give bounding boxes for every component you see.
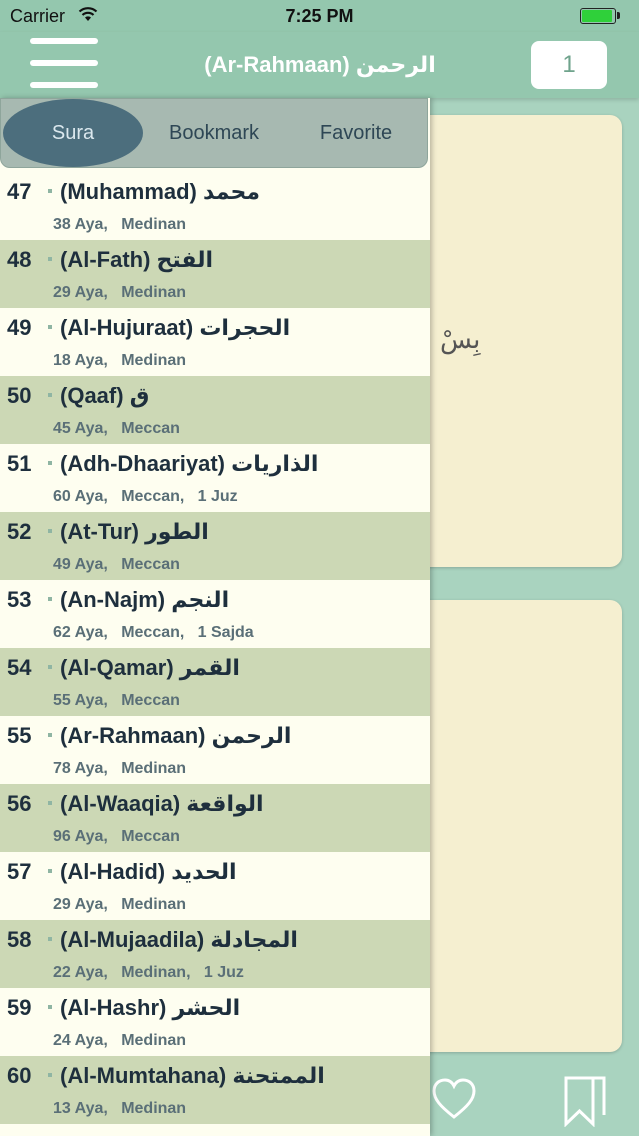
sura-number: 59 bbox=[7, 995, 32, 1020]
bullet-icon bbox=[48, 257, 52, 261]
sura-name: (Al-Fath) الفتح bbox=[60, 247, 214, 272]
sura-name: (Qaaf) ق bbox=[60, 383, 150, 408]
sura-number: 53 bbox=[7, 587, 32, 612]
sura-meta: 49 Aya, Meccan bbox=[53, 556, 180, 573]
tab-favorite[interactable]: Favorite bbox=[285, 99, 427, 167]
page-number-button[interactable]: 1 bbox=[531, 41, 607, 89]
bullet-icon bbox=[48, 461, 52, 465]
sura-name: (An-Najm) النجم bbox=[60, 587, 230, 612]
sura-meta: 60 Aya, Meccan, 1 Juz bbox=[53, 488, 238, 505]
sura-row-50[interactable]: 50 (Qaaf) ق 45 Aya, Meccan bbox=[0, 376, 430, 444]
sura-name: (Al-Hadid) الحديد bbox=[60, 859, 237, 884]
segmented-control: Sura Bookmark Favorite bbox=[0, 98, 428, 168]
heart-icon[interactable] bbox=[430, 1075, 478, 1123]
sura-number: 51 bbox=[7, 451, 32, 476]
sura-number: 50 bbox=[7, 383, 32, 408]
sura-number: 55 bbox=[7, 723, 32, 748]
sura-meta: 13 Aya, Medinan bbox=[53, 1100, 187, 1117]
sura-meta: 96 Aya, Meccan bbox=[53, 828, 180, 845]
sura-meta: 38 Aya, Medinan bbox=[53, 216, 187, 233]
sura-meta: 22 Aya, Medinan, 1 Juz bbox=[53, 964, 244, 981]
clock: 7:25 PM bbox=[285, 6, 354, 26]
sura-meta: 18 Aya, Medinan bbox=[53, 352, 187, 369]
sura-row-47[interactable]: 47 (Muhammad) محمد 38 Aya, Medinan bbox=[0, 172, 430, 240]
tab-sura[interactable]: Sura bbox=[3, 99, 143, 167]
sura-row-60[interactable]: 60 (Al-Mumtahana) الممتحنة 13 Aya, Medin… bbox=[0, 1056, 430, 1124]
tab-bookmark[interactable]: Bookmark bbox=[143, 99, 285, 167]
sura-meta: 45 Aya, Meccan bbox=[53, 420, 180, 437]
page-card-bottom[interactable] bbox=[412, 600, 622, 1052]
sura-name: (Adh-Dhaariyat) الذاريات bbox=[60, 451, 319, 476]
bookmark-icon[interactable] bbox=[563, 1075, 607, 1127]
sura-number: 48 bbox=[7, 247, 32, 272]
sura-name: (Al-Qamar) القمر bbox=[60, 655, 240, 680]
sura-number: 58 bbox=[7, 927, 32, 952]
sura-name: (At-Tur) الطور bbox=[60, 519, 209, 544]
bullet-icon bbox=[48, 801, 52, 805]
page-title: (Ar-Rahmaan) الرحمن bbox=[204, 52, 436, 77]
sura-number: 57 bbox=[7, 859, 32, 884]
sura-number: 60 bbox=[7, 1063, 32, 1088]
sura-row-55[interactable]: 55 (Ar-Rahmaan) الرحمن 78 Aya, Medinan bbox=[0, 716, 430, 784]
bullet-icon bbox=[48, 1073, 52, 1077]
status-bar: Carrier 7:25 PM bbox=[0, 0, 639, 32]
sura-meta: 29 Aya, Medinan bbox=[53, 896, 187, 913]
sura-name: (Al-Mumtahana) الممتحنة bbox=[60, 1063, 325, 1088]
hamburger-icon[interactable] bbox=[30, 38, 98, 90]
battery-tip bbox=[617, 12, 620, 19]
sura-row-59[interactable]: 59 (Al-Hashr) الحشر 24 Aya, Medinan bbox=[0, 988, 430, 1056]
battery-fill bbox=[582, 10, 613, 22]
sura-row-49[interactable]: 49 (Al-Hujuraat) الحجرات 18 Aya, Medinan bbox=[0, 308, 430, 376]
sura-meta: 29 Aya, Medinan bbox=[53, 284, 187, 301]
sura-row-58[interactable]: 58 (Al-Mujaadila) المجادلة 22 Aya, Medin… bbox=[0, 920, 430, 988]
bullet-icon bbox=[48, 393, 52, 397]
sura-row-52[interactable]: 52 (At-Tur) الطور 49 Aya, Meccan bbox=[0, 512, 430, 580]
bismillah-text: بِسْ bbox=[440, 325, 481, 355]
sura-number: 47 bbox=[7, 179, 32, 204]
sura-meta: 55 Aya, Meccan bbox=[53, 692, 180, 709]
sura-row-51[interactable]: 51 (Adh-Dhaariyat) الذاريات 60 Aya, Mecc… bbox=[0, 444, 430, 512]
sura-number: 49 bbox=[7, 315, 32, 340]
bullet-icon bbox=[48, 665, 52, 669]
sura-drawer: Sura Bookmark Favorite 47 (Muhammad) محم… bbox=[0, 98, 430, 1136]
sura-name: (Al-Mujaadila) المجادلة bbox=[60, 927, 298, 952]
sura-name: (Al-Hujuraat) الحجرات bbox=[60, 315, 291, 340]
sura-row-54[interactable]: 54 (Al-Qamar) القمر 55 Aya, Meccan bbox=[0, 648, 430, 716]
bullet-icon bbox=[48, 937, 52, 941]
bullet-icon bbox=[48, 869, 52, 873]
bullet-icon bbox=[48, 1005, 52, 1009]
sura-row-53[interactable]: 53 (An-Najm) النجم 62 Aya, Meccan, 1 Saj… bbox=[0, 580, 430, 648]
bullet-icon bbox=[48, 597, 52, 601]
bullet-icon bbox=[48, 529, 52, 533]
sura-number: 56 bbox=[7, 791, 32, 816]
sura-number: 52 bbox=[7, 519, 32, 544]
sura-name: (Al-Hashr) الحشر bbox=[60, 995, 241, 1020]
sura-number: 54 bbox=[7, 655, 32, 680]
sura-name: (Al-Waaqia) الواقعة bbox=[60, 791, 264, 816]
sura-meta: 78 Aya, Medinan bbox=[53, 760, 187, 777]
battery-icon bbox=[580, 8, 616, 24]
sura-row-48[interactable]: 48 (Al-Fath) الفتح 29 Aya, Medinan bbox=[0, 240, 430, 308]
sura-meta: 24 Aya, Medinan bbox=[53, 1032, 187, 1049]
bullet-icon bbox=[48, 733, 52, 737]
sura-row-56[interactable]: 56 (Al-Waaqia) الواقعة 96 Aya, Meccan bbox=[0, 784, 430, 852]
sura-meta: 62 Aya, Meccan, 1 Sajda bbox=[53, 624, 254, 641]
sura-row-57[interactable]: 57 (Al-Hadid) الحديد 29 Aya, Medinan bbox=[0, 852, 430, 920]
sura-list: 47 (Muhammad) محمد 38 Aya, Medinan 48 (A… bbox=[0, 172, 430, 1124]
nav-bar: (Ar-Rahmaan) الرحمن 1 bbox=[0, 32, 639, 98]
sura-name: (Muhammad) محمد bbox=[60, 179, 260, 204]
bullet-icon bbox=[48, 189, 52, 193]
bullet-icon bbox=[48, 325, 52, 329]
sura-name: (Ar-Rahmaan) الرحمن bbox=[60, 723, 292, 748]
